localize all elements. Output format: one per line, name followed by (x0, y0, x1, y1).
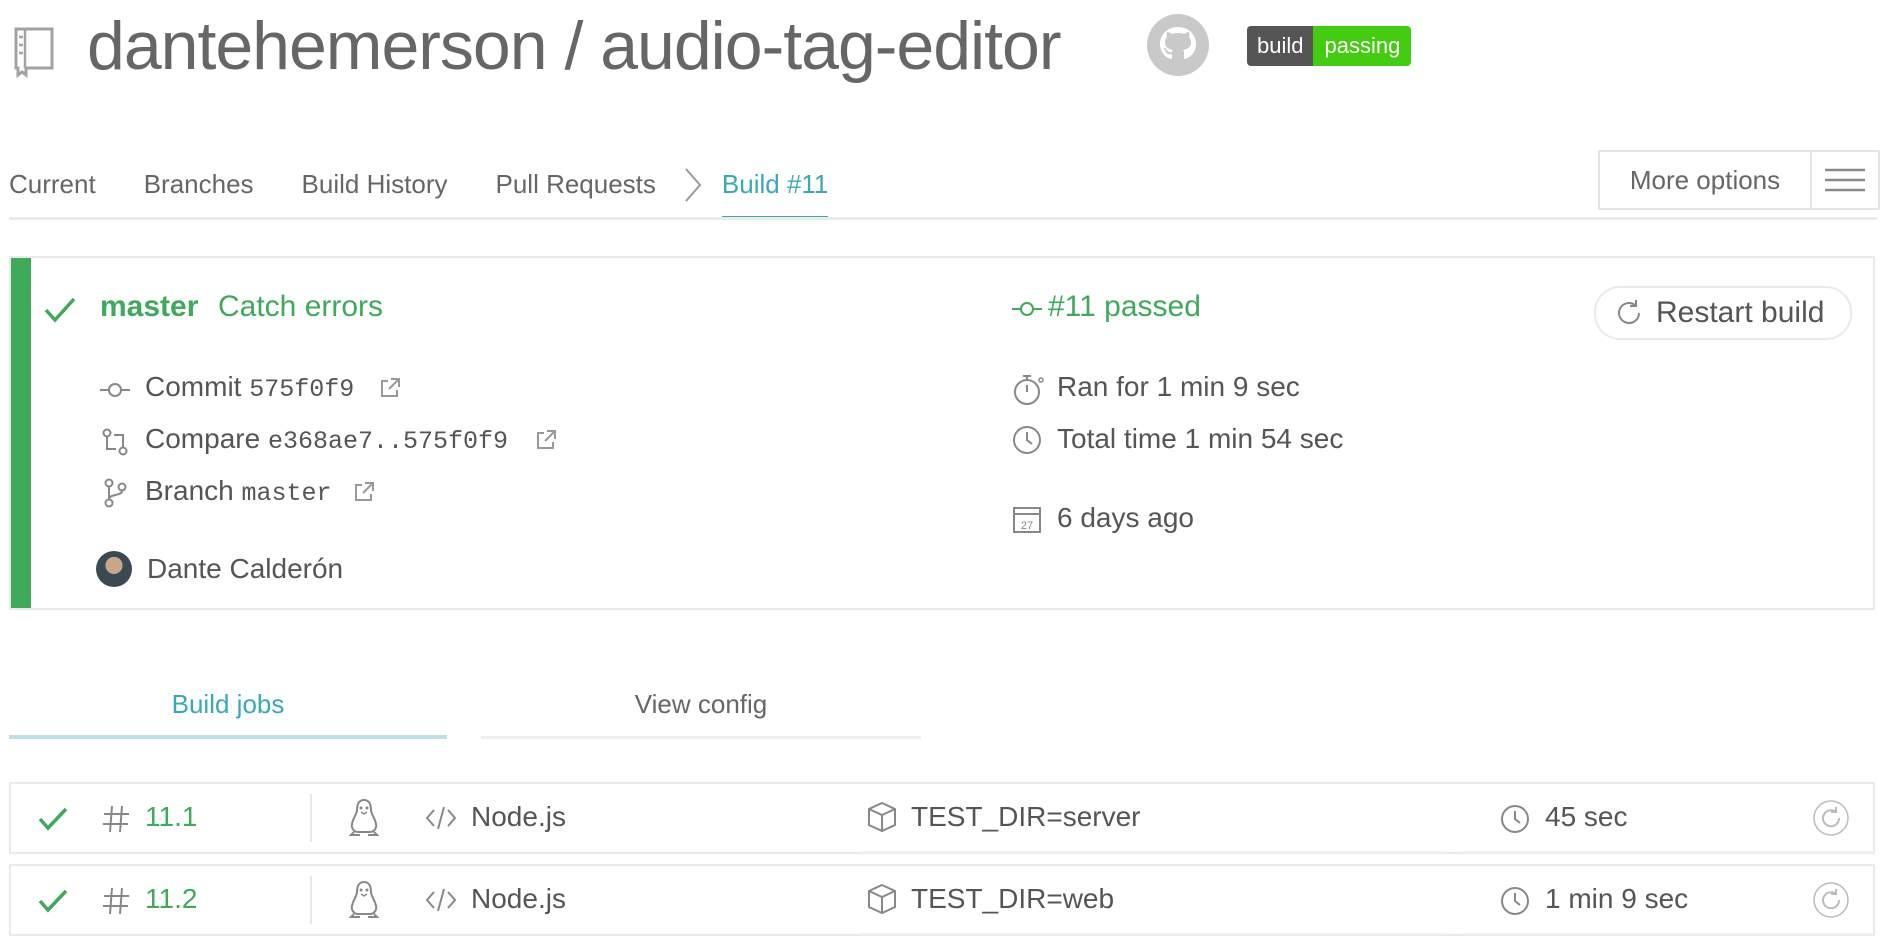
external-link-icon[interactable] (352, 480, 376, 504)
job-divider (310, 794, 312, 842)
tab-view-config[interactable]: View config (481, 680, 921, 736)
tab-branches[interactable]: Branches (144, 160, 254, 220)
job-env-underline (861, 851, 1446, 853)
tab-build-jobs[interactable]: Build jobs (9, 680, 447, 736)
external-link-icon[interactable] (378, 376, 402, 400)
check-icon (44, 296, 76, 324)
more-options-label: More options (1600, 152, 1812, 208)
compare-range[interactable]: e368ae7..575f0f9 (268, 427, 508, 456)
commit-row[interactable]: Commit 575f0f9 (145, 371, 354, 404)
restart-icon (1614, 298, 1644, 328)
compare-icon (100, 427, 130, 457)
badge-status: passing (1313, 26, 1412, 66)
branch-label: Branch (145, 475, 234, 506)
build-status-badge[interactable]: build passing (1247, 26, 1412, 66)
package-icon (866, 801, 898, 833)
tab-build-history[interactable]: Build History (302, 160, 448, 220)
tab-view-config-underline (481, 736, 921, 739)
commit-label: Commit (145, 371, 242, 402)
hash-icon (102, 886, 130, 916)
build-status[interactable]: #11 passed (1048, 290, 1201, 324)
badge-label: build (1247, 26, 1314, 66)
code-icon (425, 886, 457, 914)
build-branch-name[interactable]: master (100, 290, 198, 324)
stopwatch-icon (1012, 373, 1046, 407)
repo-nav: Current Branches Build History Pull Requ… (9, 160, 876, 220)
linux-icon (348, 880, 380, 918)
hamburger-menu-icon[interactable] (1812, 152, 1878, 208)
restart-build-label: Restart build (1656, 296, 1825, 329)
commit-icon (1012, 294, 1042, 324)
tab-build-11[interactable]: Build #11 (721, 160, 829, 220)
repo-icon (12, 26, 56, 78)
tab-current[interactable]: Current (9, 160, 96, 220)
restart-build-button[interactable]: Restart build (1594, 286, 1852, 340)
commit-hash[interactable]: 575f0f9 (249, 375, 354, 404)
build-status-bar (11, 258, 31, 608)
branch-value[interactable]: master (242, 479, 332, 508)
branch-row[interactable]: Branch master (145, 475, 332, 508)
clock-icon (1500, 804, 1530, 834)
check-icon (38, 806, 68, 832)
job-language: Node.js (471, 883, 566, 914)
job-env: TEST_DIR=server (911, 801, 1141, 832)
job-language: Node.js (471, 801, 566, 832)
branch-icon (100, 478, 130, 508)
tab-pull-requests[interactable]: Pull Requests (495, 160, 655, 220)
nav-divider (9, 217, 1877, 220)
hash-icon (102, 804, 130, 834)
commit-icon (100, 375, 130, 405)
job-divider (310, 876, 312, 924)
more-options-button[interactable]: More options (1598, 150, 1880, 210)
package-icon (866, 883, 898, 915)
chevron-right-icon (680, 165, 704, 205)
clock-icon (1012, 425, 1042, 455)
restart-job-icon[interactable] (1813, 882, 1849, 918)
job-duration: 1 min 9 sec (1545, 883, 1689, 914)
job-duration-underline (1462, 851, 1872, 853)
avatar (96, 551, 132, 587)
compare-label: Compare (145, 423, 261, 454)
check-icon (38, 888, 68, 914)
github-icon[interactable] (1146, 13, 1210, 77)
author-name: Dante Calderón (147, 553, 344, 584)
compare-row[interactable]: Compare e368ae7..575f0f9 (145, 423, 508, 456)
repo-title[interactable]: dantehemerson / audio-tag-editor (87, 2, 1062, 90)
tab-build-jobs-underline (9, 735, 447, 739)
build-date: 6 days ago (1057, 502, 1194, 533)
job-env: TEST_DIR=web (911, 883, 1115, 914)
code-icon (425, 804, 457, 832)
clock-icon (1500, 886, 1530, 916)
job-number[interactable]: 11.1 (145, 801, 197, 833)
restart-job-icon[interactable] (1813, 800, 1849, 836)
job-env-underline (861, 933, 1446, 935)
job-number[interactable]: 11.2 (145, 883, 197, 915)
calendar-icon: 27 (1012, 504, 1042, 534)
linux-icon (348, 798, 380, 836)
total-time: Total time 1 min 54 sec (1057, 423, 1344, 454)
external-link-icon[interactable] (534, 428, 558, 452)
ran-for: Ran for 1 min 9 sec (1057, 371, 1300, 402)
calendar-day: 27 (1021, 520, 1033, 532)
job-duration-underline (1462, 933, 1872, 935)
job-duration: 45 sec (1545, 801, 1628, 832)
build-commit-message: Catch errors (218, 290, 384, 323)
